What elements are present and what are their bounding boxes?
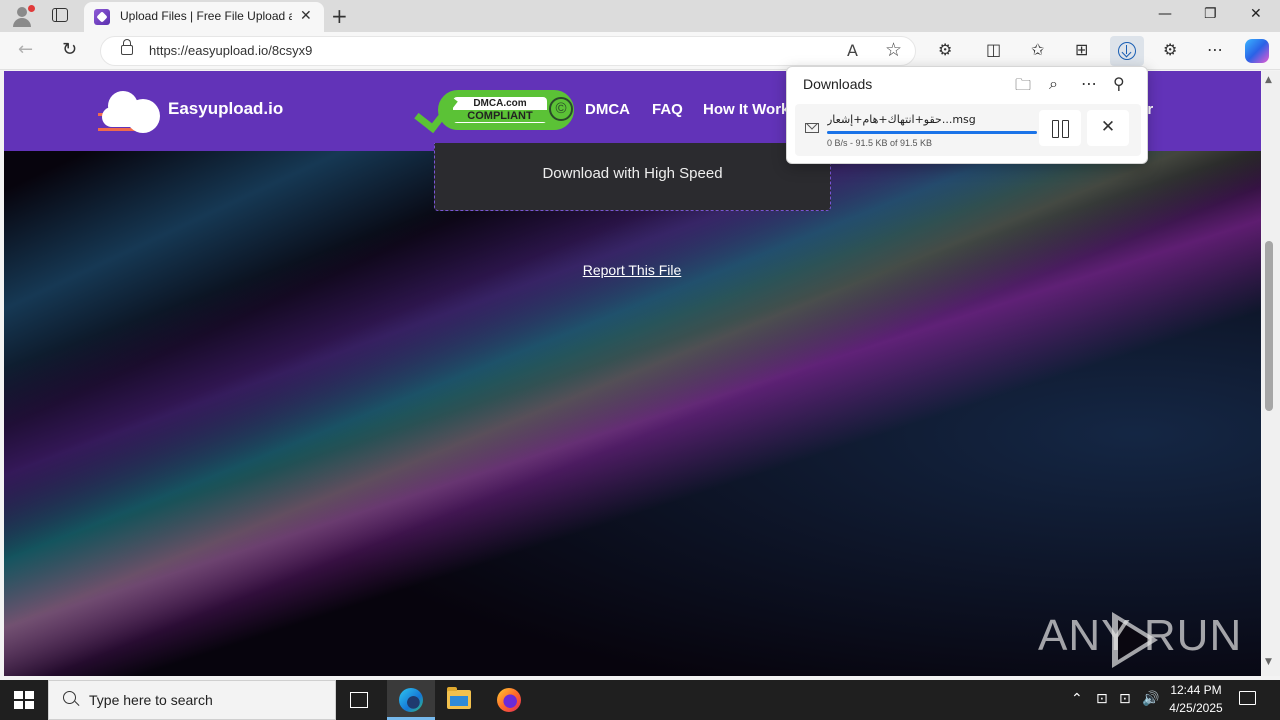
logo-text[interactable]: Easyupload.io bbox=[168, 99, 283, 119]
downloads-panel: Downloads 🗀 ⌕ ⋯ ⚲ حقو+انتهاك+هام+إشعار..… bbox=[786, 66, 1148, 164]
address-bar[interactable]: https://easyupload.io/8csyx9 A ☆ bbox=[100, 36, 916, 66]
search-downloads-icon[interactable]: ⌕ bbox=[1049, 74, 1058, 94]
taskbar-search-input[interactable]: Type here to search bbox=[48, 680, 336, 720]
report-file-link[interactable]: Report This File bbox=[404, 262, 860, 278]
site-favicon-icon bbox=[94, 9, 110, 25]
browser-essentials-icon[interactable]: ⚙ bbox=[1163, 40, 1177, 59]
firefox-icon bbox=[497, 688, 521, 712]
back-button[interactable]: ← bbox=[18, 39, 33, 60]
collections-icon[interactable]: ⊞ bbox=[1075, 40, 1088, 59]
open-folder-icon[interactable]: 🗀 bbox=[1015, 74, 1031, 101]
scrollbar-thumb[interactable] bbox=[1265, 241, 1273, 411]
volume-icon[interactable]: 🔊 bbox=[1142, 691, 1159, 707]
edge-icon bbox=[399, 688, 423, 712]
dmca-badge[interactable]: DMCA.com COMPLIANT © bbox=[414, 86, 574, 134]
downloads-button[interactable] bbox=[1110, 36, 1144, 66]
copilot-icon[interactable] bbox=[1245, 39, 1269, 63]
profile-avatar-icon[interactable] bbox=[10, 5, 35, 27]
browser-toolbar: ← ↻ https://easyupload.io/8csyx9 A ☆ ⚙ ◫… bbox=[0, 32, 1280, 70]
download-button-label: Download with High Speed bbox=[542, 165, 723, 182]
windows-start-icon[interactable] bbox=[14, 691, 34, 709]
copyright-icon: © bbox=[549, 97, 573, 121]
firefox-taskbar-button[interactable] bbox=[485, 680, 533, 720]
nav-link-dmca[interactable]: DMCA bbox=[585, 101, 630, 118]
folder-icon bbox=[447, 687, 471, 709]
nav-link-faq[interactable]: FAQ bbox=[652, 101, 683, 118]
page-scrollbar[interactable]: ▲ ▼ bbox=[1262, 71, 1280, 676]
tab-close-icon[interactable]: ✕ bbox=[300, 8, 312, 24]
tab-title: Upload Files | Free File Upload and bbox=[120, 9, 292, 23]
search-icon bbox=[63, 691, 76, 704]
download-icon bbox=[1118, 42, 1136, 60]
cancel-download-button[interactable]: ✕ bbox=[1087, 110, 1129, 146]
dmca-badge-line2: COMPLIANT bbox=[453, 110, 547, 122]
clock-date[interactable]: 4/25/2025 bbox=[1164, 701, 1228, 715]
download-progress-fill bbox=[827, 131, 1037, 134]
active-tab[interactable]: Upload Files | Free File Upload and ✕ bbox=[84, 2, 324, 32]
split-screen-icon[interactable]: ◫ bbox=[986, 40, 1001, 59]
clock-time[interactable]: 12:44 PM bbox=[1164, 683, 1228, 697]
tab-actions-icon[interactable] bbox=[52, 8, 68, 22]
task-view-icon[interactable] bbox=[350, 692, 368, 708]
scroll-up-icon[interactable]: ▲ bbox=[1265, 75, 1272, 85]
tray-chevron-icon[interactable]: ⌃ bbox=[1071, 691, 1083, 707]
email-file-icon bbox=[805, 123, 819, 133]
extensions-icon[interactable]: ⚙ bbox=[938, 40, 952, 59]
refresh-button[interactable]: ↻ bbox=[62, 39, 77, 60]
tray-device-icon[interactable]: ⊡ bbox=[1096, 691, 1108, 707]
downloads-title: Downloads bbox=[803, 76, 873, 92]
dmca-badge-line1: DMCA.com bbox=[473, 98, 527, 109]
anyrun-watermark: ANY RUN bbox=[1038, 611, 1243, 660]
restore-button[interactable]: ❐ bbox=[1204, 6, 1217, 22]
pin-icon[interactable]: ⚲ bbox=[1113, 74, 1125, 93]
settings-more-icon[interactable]: ⋯ bbox=[1207, 40, 1223, 59]
url-text[interactable]: https://easyupload.io/8csyx9 bbox=[149, 43, 312, 58]
download-item[interactable]: حقو+انتهاك+هام+إشعار...msg 0 B/s - 91.5 … bbox=[795, 104, 1141, 156]
more-options-icon[interactable]: ⋯ bbox=[1081, 74, 1097, 93]
new-tab-button[interactable]: + bbox=[331, 4, 348, 28]
nav-link-how-it-works[interactable]: How It Works bbox=[703, 101, 798, 118]
notifications-icon[interactable] bbox=[1239, 691, 1256, 705]
download-status: 0 B/s - 91.5 KB of 91.5 KB bbox=[827, 138, 933, 148]
read-aloud-icon[interactable]: A bbox=[847, 41, 858, 60]
pause-icon[interactable] bbox=[1039, 110, 1081, 146]
favorite-star-icon[interactable]: ☆ bbox=[885, 39, 902, 61]
scroll-down-icon[interactable]: ▼ bbox=[1265, 657, 1272, 667]
edge-taskbar-button[interactable] bbox=[387, 680, 435, 720]
favorites-icon[interactable]: ✩ bbox=[1031, 40, 1044, 59]
network-icon[interactable]: ⊡ bbox=[1119, 691, 1131, 707]
lock-icon[interactable] bbox=[121, 39, 133, 55]
minimize-button[interactable]: — bbox=[1158, 6, 1172, 22]
search-placeholder: Type here to search bbox=[89, 692, 213, 708]
download-progress-bar bbox=[827, 131, 1037, 134]
close-window-button[interactable]: ✕ bbox=[1250, 6, 1262, 22]
easyupload-logo-icon[interactable] bbox=[98, 83, 164, 137]
download-high-speed-button[interactable]: Download with High Speed bbox=[434, 143, 831, 211]
download-filename[interactable]: حقو+انتهاك+هام+إشعار...msg bbox=[827, 113, 1027, 126]
taskbar: Type here to search ⌃ ⊡ ⊡ 🔊 12:44 PM 4/2… bbox=[0, 680, 1280, 720]
file-explorer-taskbar-button[interactable] bbox=[435, 680, 483, 720]
title-bar: Upload Files | Free File Upload and ✕ + … bbox=[0, 0, 1280, 32]
